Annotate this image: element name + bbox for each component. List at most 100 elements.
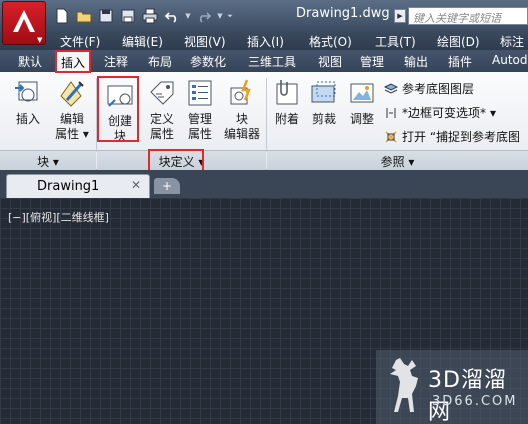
create-block-label-2: 块	[113, 129, 126, 143]
block-definition-panel-footer[interactable]: 块定义 ▾	[97, 150, 266, 170]
infocenter-expand-icon[interactable]: ▶	[394, 9, 406, 23]
open-folder-icon	[76, 11, 92, 23]
deer-logo-icon	[390, 358, 418, 412]
frame-option-chevron-icon: ▾	[490, 105, 497, 120]
autocad-logo-icon	[13, 10, 35, 32]
save-as-icon	[121, 9, 135, 23]
tab-annotate[interactable]: 注释	[104, 50, 128, 72]
save-as-button[interactable]	[118, 6, 138, 26]
create-block-icon	[107, 85, 133, 107]
block-editor-label-1: 块	[235, 112, 248, 126]
new-tab-button[interactable]: +	[154, 178, 180, 194]
redo-dropdown-chevron-icon[interactable]: ▼	[216, 6, 224, 26]
ribbon-panel: 插入 编辑 属性 ▾ 创建 块 定义 属性 管理 属性 块 编辑器 附着 剪裁 …	[0, 72, 528, 170]
snap-underlay-label: 打开 “捕捉到参考底图	[402, 130, 521, 144]
adjust-label: 调整	[349, 112, 374, 126]
snap-underlay-icon	[385, 130, 397, 143]
viewport-controls[interactable]: [−][俯视][二维线框]	[8, 209, 109, 225]
adjust-button[interactable]: 调整	[344, 78, 380, 127]
tab-autodesk360[interactable]: Autod	[492, 50, 527, 72]
reference-panel-footer[interactable]: 参照 ▾	[267, 150, 528, 170]
tab-view[interactable]: 视图	[318, 50, 342, 72]
edit-attributes-label-2: 属性 ▾	[55, 127, 89, 141]
file-tab-drawing1[interactable]: Drawing1 ✕	[6, 174, 150, 198]
title-bar: ▼ ▼ ⏷ Drawing1.dwg ▶ 键入关键字或短语	[0, 0, 528, 31]
watermark-site: 3D66.COM	[432, 394, 518, 409]
watermark-brand: 3D溜溜网	[428, 368, 507, 424]
print-button[interactable]	[140, 6, 160, 26]
attach-button[interactable]: 附着	[270, 78, 304, 127]
menu-insert[interactable]: 插入(I)	[247, 33, 284, 50]
document-title: Drawing1.dwg	[296, 6, 390, 21]
underlay-layers-label: 参考底图图层	[402, 82, 475, 96]
insert-block-icon	[15, 81, 38, 102]
edit-attributes-label-1: 编辑	[59, 112, 84, 126]
edit-attributes-icon	[60, 81, 84, 107]
clip-icon	[311, 81, 336, 103]
menu-dimension[interactable]: 标注	[500, 33, 524, 50]
clip-button[interactable]: 剪裁	[306, 78, 342, 127]
adjust-icon	[350, 83, 374, 103]
tab-insert[interactable]: 插入	[56, 50, 90, 72]
manage-attributes-label-1: 管理	[187, 112, 212, 126]
watermark: 3D溜溜网 3D66.COM	[376, 350, 528, 424]
quick-access-toolbar: ▼ ▼ ⏷	[52, 6, 234, 26]
define-attributes-button[interactable]: 定义 属性	[144, 78, 180, 142]
save-button[interactable]	[96, 6, 116, 26]
app-menu-chevron-icon: ▼	[37, 36, 43, 44]
menu-file[interactable]: 文件(F)	[60, 33, 100, 50]
open-file-button[interactable]	[74, 6, 94, 26]
redo-button[interactable]	[194, 6, 214, 26]
frame-option-dropdown[interactable]: *边框可变选项* ▾	[384, 104, 496, 121]
frame-option-label: *边框可变选项*	[402, 106, 487, 120]
menu-tools[interactable]: 工具(T)	[375, 33, 416, 50]
save-icon	[99, 9, 113, 23]
block-editor-label-2: 编辑器	[223, 127, 260, 141]
menu-view[interactable]: 视图(V)	[184, 33, 226, 50]
menu-draw[interactable]: 绘图(D)	[437, 33, 480, 50]
tab-plugins[interactable]: 插件	[448, 50, 472, 72]
panel-separator	[96, 78, 97, 152]
block-panel-footer[interactable]: 块 ▾	[0, 150, 96, 170]
menu-edit[interactable]: 编辑(E)	[122, 33, 163, 50]
close-icon[interactable]: ✕	[131, 178, 141, 192]
manage-attributes-label-2: 属性	[187, 127, 212, 141]
undo-icon	[164, 12, 177, 23]
manage-attributes-button[interactable]: 管理 属性	[182, 78, 218, 142]
define-attributes-icon	[150, 81, 174, 105]
tab-layout[interactable]: 布局	[148, 50, 172, 72]
new-file-icon	[56, 8, 68, 24]
attach-icon	[276, 80, 298, 105]
application-menu-button[interactable]: ▼	[2, 1, 46, 45]
snap-underlay-button[interactable]: 打开 “捕捉到参考底图	[384, 128, 520, 145]
define-attributes-label-1: 定义	[149, 112, 174, 126]
tab-parametric[interactable]: 参数化	[190, 50, 226, 72]
qat-customize-chevron-icon[interactable]: ⏷	[226, 6, 234, 26]
create-block-label-1: 创建	[107, 114, 132, 128]
frame-option-icon	[386, 107, 396, 118]
underlay-layers-icon	[384, 82, 398, 94]
insert-block-label: 插入	[15, 112, 40, 126]
file-tab-name: Drawing1	[37, 179, 100, 194]
underlay-layers-button[interactable]: 参考底图图层	[384, 80, 474, 97]
block-editor-icon	[230, 79, 251, 105]
tab-manage[interactable]: 管理	[360, 50, 384, 72]
new-file-button[interactable]	[52, 6, 72, 26]
undo-button[interactable]	[162, 6, 182, 26]
search-input[interactable]: 键入关键字或短语	[408, 7, 528, 25]
edit-attributes-button[interactable]: 编辑 属性 ▾	[50, 78, 94, 142]
insert-block-button[interactable]: 插入	[8, 78, 48, 127]
panel-separator	[266, 78, 267, 152]
ribbon-tab-bar: 默认 插入 注释 布局 参数化 三维工具 视图 管理 输出 插件 Autod	[0, 50, 528, 72]
undo-dropdown-chevron-icon[interactable]: ▼	[184, 6, 192, 26]
attach-label: 附着	[274, 112, 299, 126]
block-editor-button[interactable]: 块 编辑器	[220, 78, 264, 142]
redo-icon	[199, 12, 212, 23]
tab-default[interactable]: 默认	[18, 50, 42, 72]
tab-output[interactable]: 输出	[404, 50, 428, 72]
printer-icon	[142, 8, 158, 24]
menu-format[interactable]: 格式(O)	[309, 33, 352, 50]
menu-bar: 文件(F) 编辑(E) 视图(V) 插入(I) 格式(O) 工具(T) 绘图(D…	[0, 31, 528, 50]
create-block-button[interactable]: 创建 块	[100, 80, 140, 144]
tab-3d-tools[interactable]: 三维工具	[248, 50, 296, 72]
